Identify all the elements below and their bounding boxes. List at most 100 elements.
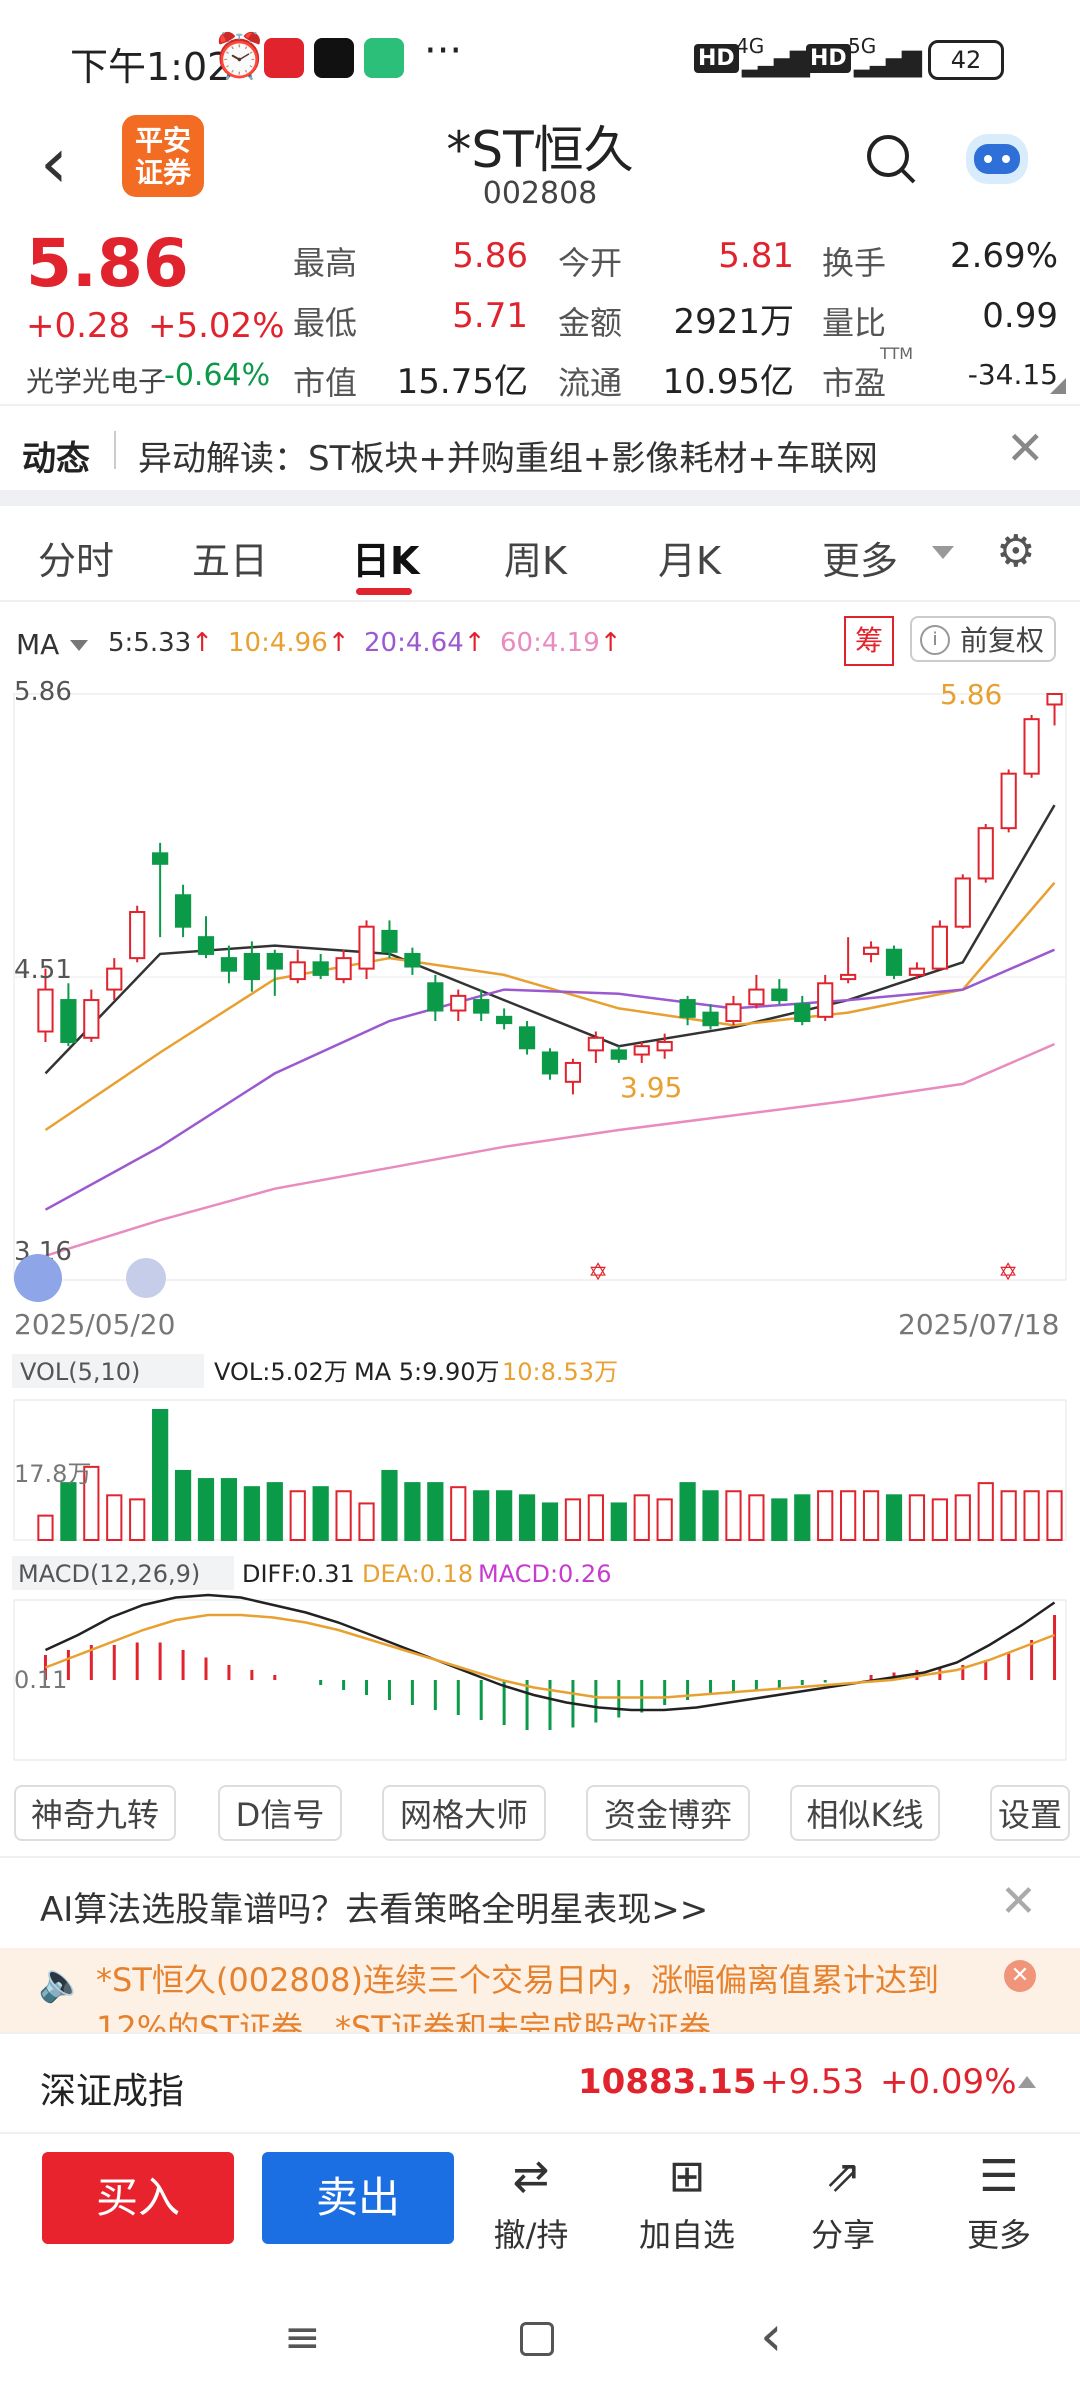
ma-label[interactable]: MA <box>16 628 59 661</box>
volume-bar <box>335 1490 352 1541</box>
candle-body <box>450 994 467 1012</box>
vol-axis-label: 17.8万 <box>14 1460 91 1488</box>
volume-bar <box>564 1498 582 1541</box>
candle-body <box>541 1051 559 1075</box>
candle-body <box>473 999 490 1014</box>
float-value: 10.95亿 <box>662 362 794 402</box>
adjust-label: 前复权 <box>959 624 1044 657</box>
buy-button[interactable]: 买入 <box>42 2152 234 2244</box>
candle-body <box>174 894 192 928</box>
tool-capital[interactable]: 资金博弈 <box>586 1785 750 1841</box>
tab-more[interactable]: 更多 <box>822 530 898 585</box>
home-icon[interactable] <box>520 2322 554 2356</box>
tool-settings[interactable]: 设置 <box>990 1785 1070 1841</box>
search-icon[interactable] <box>866 132 918 192</box>
candle-body <box>862 946 880 955</box>
vol-label: VOL(5,10) <box>20 1358 140 1386</box>
add-watchlist-button[interactable]: ⊞ 加自选 <box>622 2152 752 2256</box>
chevron-up-icon[interactable] <box>1018 2076 1036 2088</box>
low-label: 最低 <box>293 304 358 342</box>
back-icon[interactable]: ‹ <box>760 2304 782 2369</box>
index-name: 深证成指 <box>40 2071 185 2112</box>
robot-assistant-icon[interactable] <box>960 124 1034 190</box>
tool-grid-master[interactable]: 网格大师 <box>382 1785 546 1841</box>
volume-bar <box>243 1486 260 1541</box>
tool-d-signal[interactable]: D信号 <box>218 1785 342 1841</box>
high-value: 5.86 <box>452 236 528 276</box>
candle-body <box>610 1049 627 1060</box>
event-star-icon[interactable]: ✡ <box>588 1258 608 1286</box>
more-notifications-icon: ··· <box>424 28 463 74</box>
ma5-value: 5:5.33↑ <box>108 628 213 658</box>
sector-name[interactable]: 光学光电子 <box>26 360 166 400</box>
close-icon[interactable]: ✕ <box>1000 1876 1037 1927</box>
close-icon[interactable]: ✕ <box>1006 421 1045 475</box>
signal-icon: ▂▃▅▇ <box>742 48 810 78</box>
stock-name: *ST恒久 <box>446 121 634 179</box>
tab-yuek[interactable]: 月K <box>658 530 721 585</box>
volume-bar <box>174 1469 192 1541</box>
vol-ma5: MA 5:9.90万 <box>354 1358 500 1386</box>
volume-bar <box>518 1494 536 1541</box>
open-label: 今开 <box>558 244 623 282</box>
tab-fenshi[interactable]: 分时 <box>38 530 114 585</box>
turnover-label: 换手 <box>822 244 887 282</box>
ma-dropdown-icon[interactable] <box>70 640 88 651</box>
tab-rik[interactable]: 日K <box>352 530 419 585</box>
candle-body <box>404 952 421 968</box>
chip-button[interactable]: 筹 <box>844 616 894 666</box>
event-star-icon-2[interactable]: ✡ <box>998 1258 1018 1286</box>
float-label: 流通 <box>558 364 623 402</box>
price-change-pct: +5.02% <box>148 306 285 346</box>
sell-button[interactable]: 卖出 <box>262 2152 454 2244</box>
candle-body <box>289 961 306 981</box>
macd-label: MACD(12,26,9) <box>18 1560 200 1588</box>
macd-value: MACD:0.26 <box>478 1560 611 1588</box>
status-bar: 下午1:02 ⏰ ··· HD 4G ▂▃▅▇ HD 5G ▂▃▅▇ 42 <box>0 0 1080 110</box>
news-bar[interactable]: 动态 异动解读：ST板块+并购重组+影像耗材+车联网 ✕ <box>0 405 1080 500</box>
menu-icon[interactable]: ≡ <box>284 2312 321 2363</box>
more-button[interactable]: ☰ 更多 <box>934 2152 1064 2256</box>
kline-chart[interactable]: 5.86 4.51 3.16 3.95 5.86 2025/05/20 2025… <box>0 670 1080 1780</box>
expand-chart-icon[interactable] <box>14 1254 62 1302</box>
event-marker-icon[interactable] <box>126 1258 166 1298</box>
candle-body <box>725 1003 742 1023</box>
tool-nine-turn[interactable]: 神奇九转 <box>14 1785 176 1841</box>
shield-app-icon <box>364 38 404 78</box>
candle-body <box>518 1026 536 1050</box>
cancel-hold-button[interactable]: ⇄ 撤/持 <box>466 2152 596 2256</box>
risk-notice[interactable]: 🔈 *ST恒久(002808)连续三个交易日内，涨幅偏离值累计达到12%的ST证… <box>0 1948 1080 2032</box>
volume-bar <box>748 1494 765 1541</box>
pe-value: -34.15 <box>967 358 1058 391</box>
adjust-button[interactable]: i 前复权 <box>910 616 1056 662</box>
volratio-label: 量比 <box>822 304 887 342</box>
share-button[interactable]: ⇗ 分享 <box>778 2152 908 2256</box>
volume-bar <box>931 1498 948 1541</box>
pe-ttm: TTM <box>880 344 914 363</box>
index-bar[interactable]: 深证成指 10883.15 +9.53 +0.09% <box>0 2034 1080 2132</box>
candle-body <box>633 1045 650 1056</box>
ai-banner[interactable]: AI算法选股靠谱吗？去看策略全明星表现>> ✕ <box>0 1858 1080 1948</box>
close-icon[interactable]: ✕ <box>1004 1960 1036 1992</box>
volume-bar <box>220 1478 238 1541</box>
candle-body <box>656 1040 673 1052</box>
chevron-down-icon[interactable] <box>932 546 954 559</box>
candle-body <box>243 952 260 981</box>
volume-bar <box>266 1482 283 1541</box>
battery-icon: 42 <box>928 40 1004 80</box>
volume-bar <box>541 1502 559 1541</box>
candle-body <box>129 911 146 960</box>
volume-bar <box>954 1494 971 1541</box>
volume-bar <box>1046 1490 1063 1541</box>
tab-zhouk[interactable]: 周K <box>504 530 567 585</box>
volume-bar <box>358 1502 375 1541</box>
add-watchlist-label: 加自选 <box>638 2216 735 2254</box>
info-icon: i <box>920 625 950 655</box>
candle-body <box>106 967 123 991</box>
tab-wuri[interactable]: 五日 <box>192 530 268 585</box>
gear-icon[interactable]: ⚙ <box>996 526 1035 577</box>
volume-bar <box>794 1494 811 1541</box>
expand-corner-icon[interactable] <box>1050 378 1066 394</box>
volume-bar <box>129 1498 146 1541</box>
tool-similar-k[interactable]: 相似K线 <box>790 1785 940 1841</box>
